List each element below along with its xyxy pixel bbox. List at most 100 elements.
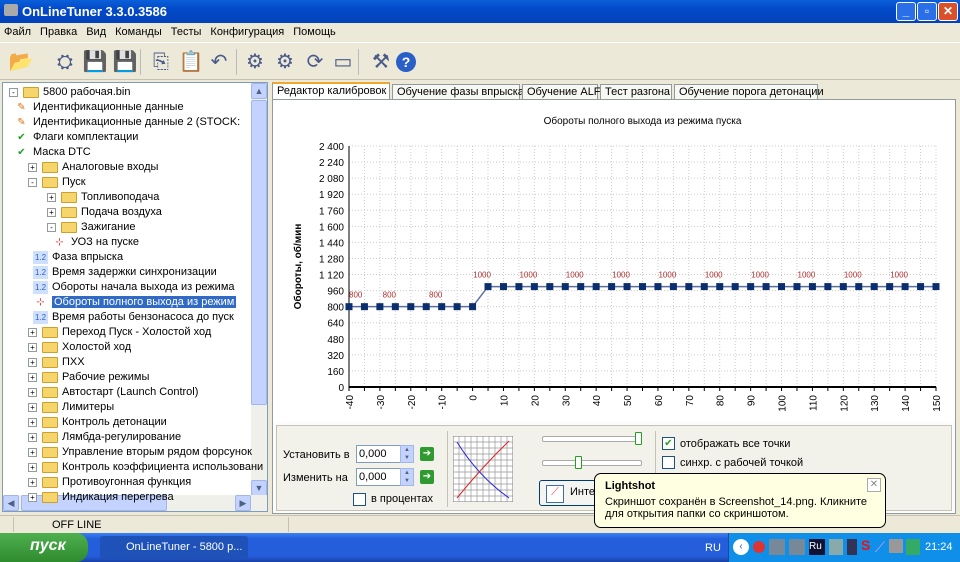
tray-monitor-icon[interactable] bbox=[889, 539, 903, 553]
read-ecu-icon[interactable]: ⛭ bbox=[52, 49, 78, 75]
menu-item[interactable]: Вид bbox=[86, 26, 106, 38]
data-point[interactable] bbox=[360, 303, 368, 311]
data-point[interactable] bbox=[530, 283, 538, 291]
tray-app-icon[interactable] bbox=[906, 539, 920, 555]
tree-item[interactable]: ✎ Идентификационные данные bbox=[14, 100, 183, 115]
menu-item[interactable]: Помощь bbox=[293, 26, 336, 38]
expand-icon[interactable]: + bbox=[28, 477, 37, 487]
tree-item[interactable]: ⊹ УОЗ на пуске bbox=[52, 235, 139, 250]
copy-icon[interactable]: ⎘ bbox=[148, 49, 174, 75]
tree-item[interactable]: + Переход Пуск - Холостой ход bbox=[28, 325, 211, 340]
tree-item[interactable]: + Лямбда-регулирование bbox=[28, 430, 181, 445]
tree-item[interactable]: + Холостой ход bbox=[28, 340, 131, 355]
data-point[interactable] bbox=[484, 283, 492, 291]
menu-item[interactable]: Конфигурация bbox=[210, 26, 284, 38]
expand-icon[interactable]: + bbox=[47, 192, 56, 202]
tree-item[interactable]: + Противоугонная функция bbox=[28, 475, 191, 490]
tree-item[interactable]: ✎ Идентификационные данные 2 (STOCK: bbox=[14, 115, 240, 130]
tray-audio-icon[interactable] bbox=[829, 539, 843, 555]
engine-icon[interactable]: ▭ bbox=[330, 49, 356, 75]
slider-1[interactable] bbox=[542, 432, 642, 445]
balloon-close-button[interactable]: ✕ bbox=[867, 478, 881, 492]
menu-item[interactable]: Файл bbox=[4, 26, 31, 38]
data-point[interactable] bbox=[855, 283, 863, 291]
tray-s-icon[interactable]: S bbox=[861, 537, 870, 553]
taskbar-item-onlinetuner[interactable]: OnLineTuner - 5800 р... bbox=[100, 536, 248, 559]
data-point[interactable] bbox=[654, 283, 662, 291]
tree-item[interactable]: + Контроль детонации bbox=[28, 415, 167, 430]
show-all-points-checkbox[interactable]: ✔ bbox=[662, 437, 675, 450]
change-value-input[interactable]: 0,000 bbox=[356, 468, 402, 486]
data-point[interactable] bbox=[870, 283, 878, 291]
start-button[interactable]: пуск bbox=[0, 533, 88, 562]
calibration-tree[interactable]: ▲ ▼ ◀ ▶ - 5800 рабочая.bin ✎ Идентификацион… bbox=[2, 82, 268, 512]
tree-item[interactable]: + Контроль коэффициента использовани bbox=[28, 460, 263, 475]
tray-antivirus-icon[interactable] bbox=[753, 541, 765, 553]
set-value-input[interactable]: 0,000 bbox=[356, 445, 402, 463]
save-icon[interactable]: 💾 bbox=[82, 49, 108, 75]
expand-icon[interactable]: + bbox=[28, 342, 37, 352]
tray-battery-icon[interactable] bbox=[847, 539, 857, 555]
tray-keyboard-icon[interactable]: Ru bbox=[809, 539, 825, 555]
data-point[interactable] bbox=[669, 283, 677, 291]
expand-icon[interactable]: + bbox=[28, 462, 37, 472]
undo-icon[interactable]: ↶ bbox=[206, 49, 232, 75]
expand-icon[interactable]: + bbox=[28, 432, 37, 442]
tree-item[interactable]: ✔ Флаги комплектации bbox=[14, 130, 138, 145]
tab-1[interactable]: Обучение фазы впрыска bbox=[392, 84, 524, 100]
data-point[interactable] bbox=[932, 283, 940, 291]
data-point[interactable] bbox=[886, 283, 894, 291]
tray-wireless-icon[interactable] bbox=[789, 539, 805, 555]
percent-checkbox[interactable] bbox=[353, 493, 366, 506]
data-point[interactable] bbox=[793, 283, 801, 291]
scroll-down-button[interactable]: ▼ bbox=[251, 480, 267, 496]
tree-item[interactable]: - Пуск bbox=[28, 175, 86, 190]
tree-item[interactable]: + Подача воздуха bbox=[47, 205, 162, 220]
slider-1-handle[interactable] bbox=[635, 432, 642, 445]
notification-balloon[interactable]: Lightshot Скриншот сохранён в Screenshot… bbox=[594, 473, 886, 528]
data-point[interactable] bbox=[608, 283, 616, 291]
data-point[interactable] bbox=[778, 283, 786, 291]
tree-item[interactable]: + Управление вторым рядом форсунок bbox=[28, 445, 252, 460]
expand-icon[interactable]: + bbox=[28, 387, 37, 397]
refresh-icon[interactable]: ⟳ bbox=[302, 49, 328, 75]
menu-item[interactable]: Команды bbox=[115, 26, 162, 38]
maximize-button[interactable]: ▫ bbox=[917, 2, 937, 21]
tree-item[interactable]: 1.2 Время задержки синхронизации bbox=[33, 265, 217, 280]
tree-item[interactable]: + Рабочие режимы bbox=[28, 370, 149, 385]
tree-item[interactable]: + Индикация перегрева bbox=[28, 490, 174, 505]
apply-change-button[interactable]: ➔ bbox=[420, 470, 434, 484]
menu-item[interactable]: Тесты bbox=[171, 26, 202, 38]
expand-icon[interactable]: + bbox=[28, 357, 37, 367]
data-point[interactable] bbox=[592, 283, 600, 291]
apply-set-button[interactable]: ➔ bbox=[420, 447, 434, 461]
tree-item[interactable]: ✔ Маска DTC bbox=[14, 145, 90, 160]
scroll-thumb[interactable] bbox=[251, 100, 267, 405]
tree-item[interactable]: ⊹ Обороты полного выхода из режим bbox=[33, 295, 237, 310]
tree-item[interactable]: 1.2 Время работы бензонасоса до пуск bbox=[33, 310, 234, 325]
data-point[interactable] bbox=[391, 303, 399, 311]
data-point[interactable] bbox=[376, 303, 384, 311]
data-point[interactable] bbox=[623, 283, 631, 291]
tree-item[interactable]: - Зажигание bbox=[47, 220, 136, 235]
paste-icon[interactable]: 📋 bbox=[178, 49, 204, 75]
show-hidden-icons-button[interactable]: ‹ bbox=[733, 539, 749, 555]
data-point[interactable] bbox=[824, 283, 832, 291]
tools-icon[interactable]: ⚒ bbox=[368, 49, 394, 75]
tree-item[interactable]: + Аналоговые входы bbox=[28, 160, 158, 175]
data-point[interactable] bbox=[345, 303, 353, 311]
tree-item[interactable]: - 5800 рабочая.bin bbox=[9, 85, 130, 100]
data-point[interactable] bbox=[438, 303, 446, 311]
tree-item[interactable]: + Лимитеры bbox=[28, 400, 114, 415]
expand-icon[interactable]: + bbox=[28, 417, 37, 427]
data-point[interactable] bbox=[762, 283, 770, 291]
collapse-icon[interactable]: - bbox=[28, 177, 37, 187]
data-point[interactable] bbox=[453, 303, 461, 311]
scroll-left-button[interactable]: ◀ bbox=[3, 495, 19, 511]
set-value-spinner[interactable]: ▲ ▼ bbox=[400, 445, 414, 463]
data-point[interactable] bbox=[808, 283, 816, 291]
collapse-icon[interactable]: - bbox=[9, 87, 18, 97]
save-as-icon[interactable]: 💾 bbox=[112, 49, 138, 75]
data-point[interactable] bbox=[546, 283, 554, 291]
data-point[interactable] bbox=[685, 283, 693, 291]
